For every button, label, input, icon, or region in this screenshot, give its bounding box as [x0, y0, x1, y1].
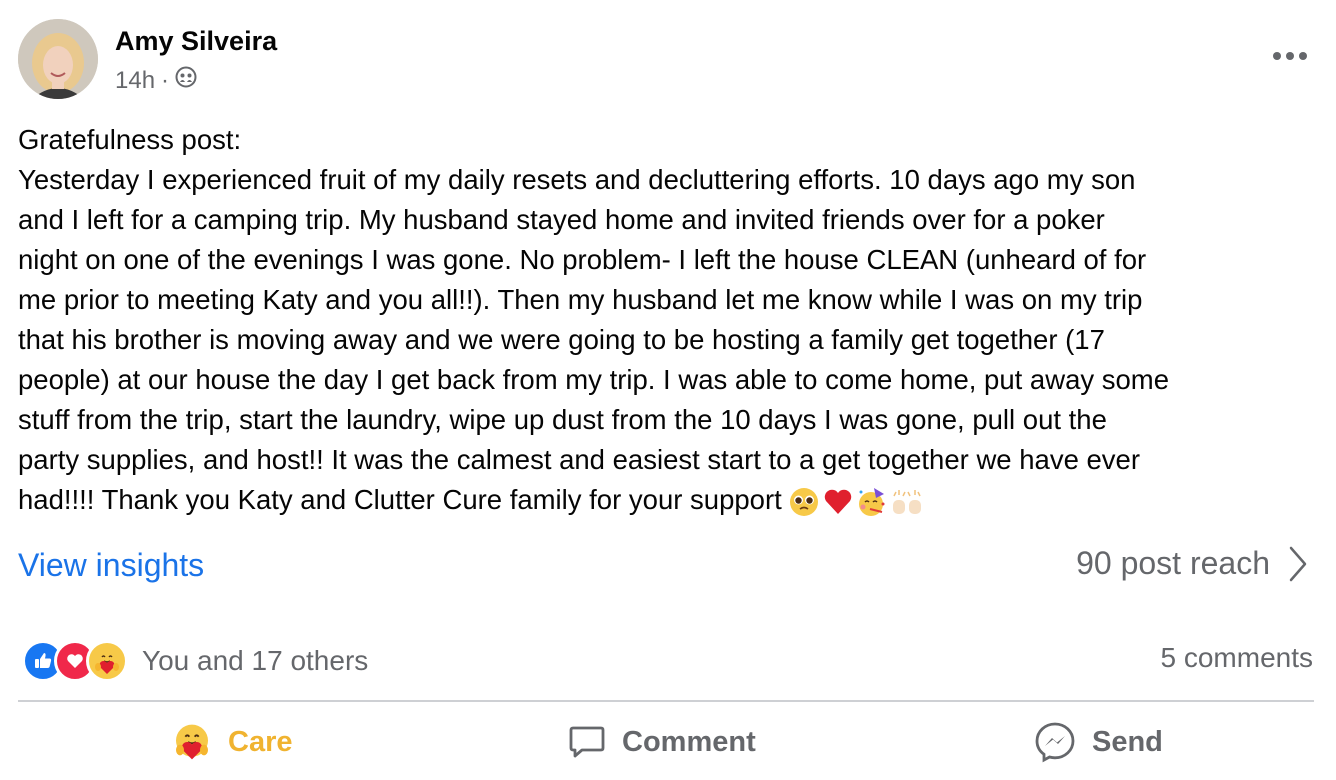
post-line: stuff from the trip, start the laundry, … [18, 404, 1107, 435]
post-line: night on one of the evenings I was gone.… [18, 244, 1147, 275]
post-line: people) at our house the day I get back … [18, 364, 1169, 395]
author-avatar[interactable] [18, 19, 98, 99]
care-icon [86, 640, 128, 682]
comment-icon [569, 726, 605, 758]
more-options-button[interactable] [1270, 44, 1310, 68]
post-meta: 14h · [115, 66, 197, 95]
post-line: Gratefulness post: [18, 124, 242, 155]
post-reach-link[interactable]: 90 post reach [1076, 545, 1308, 582]
comments-count-link[interactable]: 5 comments [1161, 642, 1314, 674]
chevron-right-icon [1289, 546, 1307, 581]
dot-icon [1286, 52, 1294, 60]
emoji-group [788, 486, 924, 518]
send-label: Send [1092, 725, 1163, 758]
raising-hands-emoji [892, 489, 921, 514]
care-reaction-icon [176, 724, 208, 760]
care-label: Care [228, 725, 293, 758]
comment-label: Comment [622, 725, 756, 758]
post-line: party supplies, and host!! It was the ca… [18, 444, 1141, 475]
comment-button[interactable]: Comment [568, 718, 756, 766]
reaction-summary[interactable]: You and 17 others [22, 640, 368, 682]
friends-icon[interactable] [175, 66, 197, 95]
dot-icon [1273, 52, 1281, 60]
post-line: me prior to meeting Katy and you all!!).… [18, 284, 1143, 315]
actions-divider [18, 700, 1314, 702]
partying-face-emoji [858, 487, 885, 516]
author-name[interactable]: Amy Silveira [115, 26, 277, 57]
meta-separator: · [161, 66, 170, 94]
dot-icon [1299, 52, 1307, 60]
post-line-last: had!!!! Thank you Katy and Clutter Cure … [18, 480, 1318, 520]
post-line: had!!!! Thank you Katy and Clutter Cure … [18, 484, 782, 515]
red-heart-emoji [824, 489, 851, 514]
reaction-count-text[interactable]: You and 17 others [142, 645, 368, 677]
messenger-icon [1035, 722, 1075, 763]
post-line: Yesterday I experienced fruit of my dail… [18, 164, 1136, 195]
post-body: Gratefulness post: Yesterday I experienc… [18, 120, 1318, 520]
view-insights-link[interactable]: View insights [18, 547, 204, 584]
send-button[interactable]: Send [1034, 718, 1163, 766]
pleading-face-emoji [789, 487, 818, 516]
post-time[interactable]: 14h [115, 67, 155, 95]
post-reach-text: 90 post reach [1076, 545, 1270, 581]
post-line: that his brother is moving away and we w… [18, 324, 1105, 355]
post-line: and I left for a camping trip. My husban… [18, 204, 1105, 235]
care-button[interactable]: Care [172, 718, 293, 766]
